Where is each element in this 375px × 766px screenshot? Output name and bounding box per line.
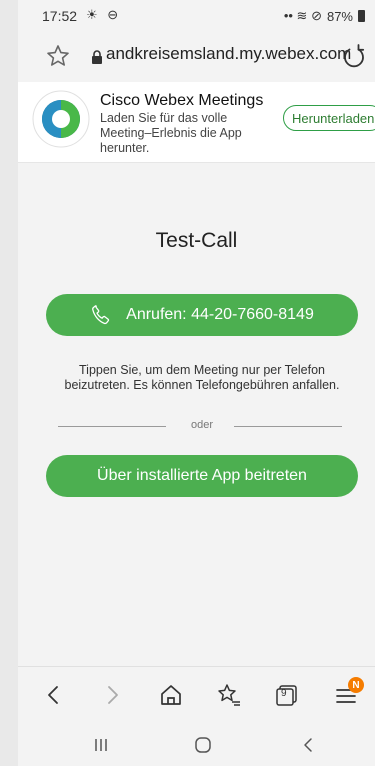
join-via-app-label: Über installierte App beitreten (97, 467, 307, 484)
notification-badge: N (348, 677, 364, 693)
webex-logo-icon (32, 90, 90, 148)
status-notification-icons: ☀ ⊖ (86, 7, 122, 22)
meeting-title: Test-Call (155, 229, 238, 252)
forward-arrow-icon[interactable] (98, 681, 126, 709)
url-text[interactable]: andkreisemsland.my.webex.com (106, 44, 351, 64)
lock-icon (92, 50, 102, 64)
home-icon[interactable] (157, 681, 185, 709)
browser-url-bar: andkreisemsland.my.webex.com (18, 32, 375, 82)
back-arrow-icon[interactable] (40, 681, 68, 709)
bookmark-star-icon[interactable] (44, 42, 72, 70)
phone-icon (92, 305, 110, 325)
recent-apps-icon[interactable] (90, 734, 112, 756)
reload-icon[interactable] (340, 42, 368, 70)
system-nav-bar (18, 724, 375, 766)
bookmarks-icon[interactable] (215, 681, 243, 709)
app-title: Cisco Webex Meetings (100, 92, 264, 109)
status-right-area: •• ≋ ⊘ 87% (284, 8, 365, 24)
call-button-label: Anrufen: 44-20-7660-8149 (126, 306, 314, 323)
app-install-banner: Cisco Webex Meetings Laden Sie für das v… (18, 82, 375, 163)
signal-wifi-icons: •• ≋ ⊘ (283, 8, 322, 23)
system-back-icon[interactable] (298, 734, 320, 756)
call-in-button[interactable]: Anrufen: 44-20-7660-8149 (46, 294, 358, 336)
status-time: 17:52 (42, 8, 78, 24)
phone-screen: 17:52 ☀ ⊖ •• ≋ ⊘ 87% andkreisemsland.my.… (0, 0, 375, 766)
tabs-count: 9 (281, 688, 287, 699)
status-bar: 17:52 ☀ ⊖ •• ≋ ⊘ 87% (18, 0, 375, 32)
home-button-icon[interactable] (192, 734, 214, 756)
tabs-button[interactable]: 9 (273, 681, 301, 709)
meeting-join-panel: Test-Call Anrufen: 44-20-7660-8149 Tippe… (18, 163, 375, 666)
battery-percent: 87% (326, 8, 353, 24)
join-via-app-button[interactable]: Über installierte App beitreten (46, 455, 358, 497)
screen-edge (0, 0, 18, 766)
browser-bottom-nav: 9 N (18, 666, 375, 725)
divider-left (58, 426, 166, 427)
tabs-icon (276, 685, 297, 706)
phone-info-text: Tippen Sie, um dem Meeting nur per Telef… (64, 363, 340, 392)
battery-icon (358, 10, 365, 22)
app-description: Laden Sie für das volle Meeting–Erlebnis… (100, 111, 242, 155)
divider-right (234, 426, 342, 427)
download-button[interactable]: Herunterladen (283, 105, 375, 131)
or-separator: oder (190, 419, 214, 431)
